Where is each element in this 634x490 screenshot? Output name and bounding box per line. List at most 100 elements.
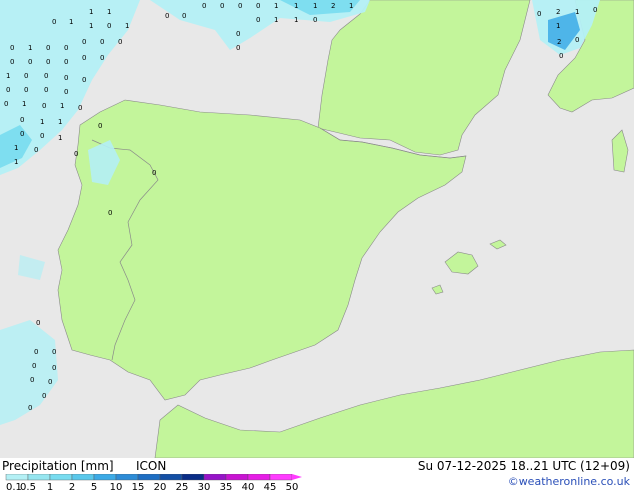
svg-text:0: 0	[42, 102, 46, 110]
svg-text:0: 0	[30, 376, 34, 384]
svg-text:1: 1	[58, 118, 62, 126]
legend-swatches	[5, 474, 302, 481]
svg-text:1: 1	[575, 8, 579, 16]
svg-text:0: 0	[220, 2, 224, 10]
legend-swatch	[225, 474, 249, 481]
svg-text:0: 0	[28, 58, 32, 66]
legend-swatch	[181, 474, 205, 481]
legend-swatch	[71, 474, 95, 481]
svg-text:0: 0	[64, 58, 68, 66]
svg-text:0: 0	[182, 12, 186, 20]
legend-tick-label: 50	[286, 482, 299, 490]
svg-text:0: 0	[34, 146, 38, 154]
svg-text:0: 0	[32, 362, 36, 370]
svg-text:0: 0	[52, 18, 56, 26]
svg-text:2: 2	[331, 2, 335, 10]
legend-tick-label: 20	[154, 482, 167, 490]
legend-tick-label: 40	[242, 482, 255, 490]
svg-text:1: 1	[60, 102, 64, 110]
svg-text:0: 0	[44, 72, 48, 80]
svg-text:0: 0	[10, 44, 14, 52]
svg-text:2: 2	[557, 38, 561, 46]
precipitation-map-view: 11 00 00 00 11 12 1 01 10 00 01 10 1 01 …	[0, 0, 634, 490]
legend-swatch	[247, 474, 271, 481]
svg-text:0: 0	[559, 52, 563, 60]
svg-text:0: 0	[256, 2, 260, 10]
svg-text:0: 0	[256, 16, 260, 24]
svg-text:0: 0	[6, 86, 10, 94]
svg-text:0: 0	[82, 54, 86, 62]
svg-text:0: 0	[48, 378, 52, 386]
svg-text:0: 0	[46, 44, 50, 52]
svg-text:0: 0	[10, 58, 14, 66]
svg-text:0: 0	[52, 364, 56, 372]
legend-swatch	[137, 474, 161, 481]
svg-text:0: 0	[575, 36, 579, 44]
legend-ticks: 0.10.5 1 2 5 10 15 20 25 30 35 40 45 50	[6, 482, 298, 490]
svg-text:0: 0	[24, 86, 28, 94]
svg-text:0: 0	[82, 38, 86, 46]
svg-text:1: 1	[14, 144, 18, 152]
svg-text:0: 0	[44, 86, 48, 94]
svg-text:0: 0	[78, 104, 82, 112]
svg-text:0: 0	[202, 2, 206, 10]
validity-time: Su 07-12-2025 18..21 UTC (12+09)	[417, 459, 630, 473]
precip-legend: 0.10.5 1 2 5 10 15 20 25 30 35 40 45 50	[5, 474, 302, 490]
svg-text:1: 1	[69, 18, 73, 26]
svg-text:0: 0	[118, 38, 122, 46]
svg-text:1: 1	[313, 2, 317, 10]
svg-text:1: 1	[349, 2, 353, 10]
legend-swatch	[159, 474, 183, 481]
legend-tick-label: 0.5	[20, 482, 36, 490]
legend-tick-label: 45	[264, 482, 277, 490]
svg-text:0: 0	[20, 130, 24, 138]
svg-text:0: 0	[20, 116, 24, 124]
svg-text:0: 0	[100, 54, 104, 62]
svg-text:0: 0	[107, 22, 111, 30]
svg-text:1: 1	[58, 134, 62, 142]
svg-text:0: 0	[64, 74, 68, 82]
legend-tick-label: 25	[176, 482, 189, 490]
svg-text:2: 2	[556, 8, 560, 16]
map-canvas: 11 00 00 00 11 12 1 01 10 00 01 10 1 01 …	[0, 0, 634, 458]
svg-text:0: 0	[24, 72, 28, 80]
legend-swatch	[203, 474, 227, 481]
legend-overflow-arrow	[292, 474, 302, 480]
legend-swatch	[269, 474, 293, 481]
svg-text:0: 0	[108, 209, 112, 217]
svg-text:1: 1	[294, 16, 298, 24]
legend-tick-label: 30	[198, 482, 211, 490]
map-title: Precipitation [mm]	[2, 459, 114, 473]
legend-swatch	[27, 474, 51, 481]
svg-text:1: 1	[22, 100, 26, 108]
svg-text:0: 0	[100, 38, 104, 46]
svg-text:1: 1	[274, 2, 278, 10]
svg-text:0: 0	[4, 100, 8, 108]
svg-text:1: 1	[89, 22, 93, 30]
svg-text:0: 0	[64, 44, 68, 52]
svg-text:0: 0	[36, 319, 40, 327]
svg-text:1: 1	[125, 22, 129, 30]
svg-text:0: 0	[34, 348, 38, 356]
svg-text:0: 0	[82, 76, 86, 84]
credit-link[interactable]: ©weatheronline.co.uk	[508, 475, 630, 488]
svg-text:1: 1	[294, 2, 298, 10]
svg-text:0: 0	[593, 6, 597, 14]
svg-text:1: 1	[6, 72, 10, 80]
legend-tick-label: 15	[132, 482, 145, 490]
legend-swatch	[49, 474, 73, 481]
legend-tick-label: 35	[220, 482, 233, 490]
svg-text:0: 0	[152, 169, 156, 177]
svg-text:0: 0	[313, 16, 317, 24]
legend-swatch	[115, 474, 139, 481]
svg-text:1: 1	[14, 158, 18, 166]
legend-swatch	[5, 474, 29, 481]
legend-tick-label: 1	[47, 482, 53, 490]
legend-tick-label: 5	[91, 482, 97, 490]
svg-text:0: 0	[236, 30, 240, 38]
svg-text:0: 0	[238, 2, 242, 10]
model-name: ICON	[136, 459, 167, 473]
svg-text:0: 0	[42, 392, 46, 400]
svg-text:0: 0	[537, 10, 541, 18]
svg-text:0: 0	[64, 88, 68, 96]
